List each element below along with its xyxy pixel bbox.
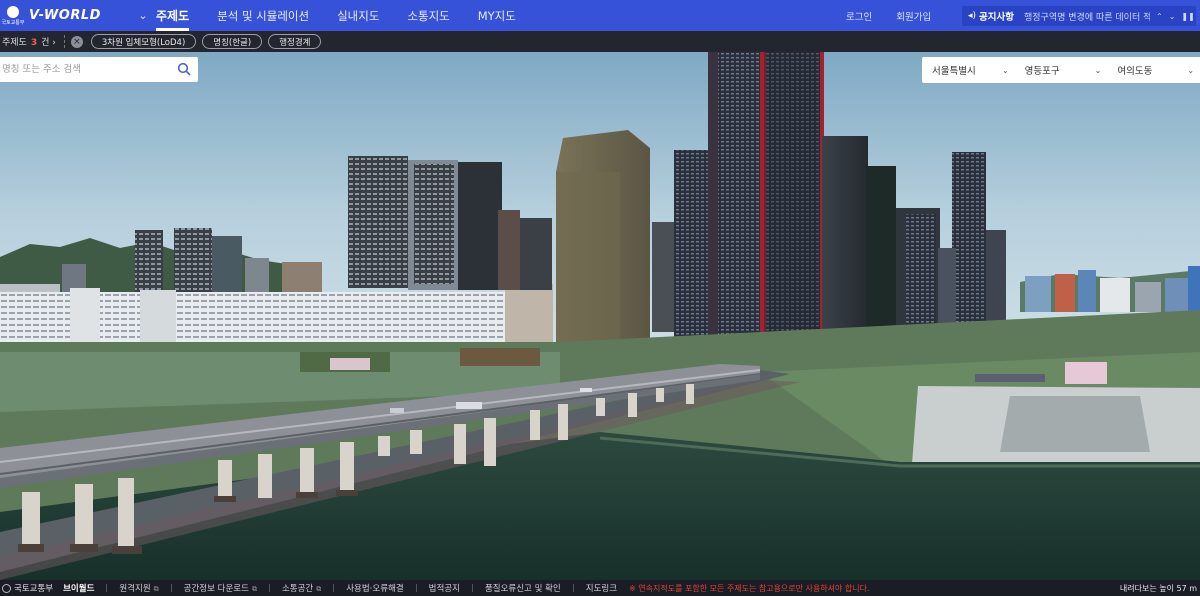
layer-chip-3d-model[interactable]: 3차원 입체모형(LoD4) [90, 34, 197, 49]
menu-communication-map[interactable]: 소통지도 [407, 0, 449, 31]
speaker-icon: ◂) [968, 11, 977, 21]
divider [268, 584, 270, 592]
main-menu: 주제도 분석 및 시뮬레이션 실내지도 소통지도 MY지도 [156, 0, 544, 31]
chevron-down-icon[interactable]: ⌄ [130, 9, 156, 22]
vworld-logo[interactable]: 국토교통부 V-WORLD [0, 0, 130, 31]
layer-chip-names[interactable]: 명칭(한글) [202, 34, 263, 49]
notice-ticker[interactable]: ◂) 공지사항 행정구역명 변경에 따른 데이터 적... ⌃ ⌄ ❚❚ [962, 6, 1196, 26]
chevron-down-icon: ⌄ [1001, 65, 1009, 75]
sigungu-value: 영등포구 [1024, 66, 1060, 77]
divider [333, 584, 335, 592]
search-icon[interactable] [177, 62, 191, 76]
login-link[interactable]: 로그인 [846, 9, 872, 23]
view-altitude: 내려다보는 높이 57 m [1119, 584, 1197, 593]
external-link-icon: ⧉ [153, 585, 159, 593]
ministry-logo[interactable]: 국토교통부 [0, 582, 53, 594]
divider [170, 584, 172, 592]
menu-indoor-map[interactable]: 실내지도 [337, 0, 379, 31]
signup-link[interactable]: 회원가입 [896, 9, 931, 23]
search-input[interactable] [2, 58, 172, 81]
ministry-emblem-icon [2, 583, 11, 593]
external-link-icon: ⧉ [251, 585, 257, 593]
notice-pause-icon[interactable]: ❚❚ [1181, 12, 1194, 21]
brand-name: V-WORLD [29, 8, 101, 23]
search-box [0, 57, 198, 82]
government-emblem-icon: 국토교통부 [1, 3, 25, 29]
footer-bar: 국토교통부 브이월드 원격지원 ⧉ 공간정보 다운로드 ⧉ 소통공간 ⧉ 사용법·오류… [0, 580, 1200, 596]
divider [415, 584, 417, 592]
notice-next-icon[interactable]: ⌄ [1169, 12, 1176, 21]
notice-label: 공지사항 [979, 12, 1014, 23]
footer-community[interactable]: 소통공간 ⧉ [282, 582, 321, 594]
top-navigation: 국토교통부 V-WORLD ⌄ 주제도 분석 및 시뮬레이션 실내지도 소통지도… [0, 0, 1200, 31]
footer-brand[interactable]: 브이월드 [63, 582, 94, 594]
footer-map-link[interactable]: 지도링크 [586, 582, 617, 594]
footer-data-download[interactable]: 공간정보 다운로드 ⧉ [184, 582, 257, 594]
menu-analysis-simulation[interactable]: 분석 및 시뮬레이션 [217, 0, 309, 31]
footer-quality-report[interactable]: 품질오류신고 및 확인 [485, 582, 561, 594]
sigungu-select[interactable]: 영등포구 ⌄ [1015, 57, 1108, 83]
footer-help[interactable]: 사용법·오류해결 [346, 582, 403, 594]
region-selector: 서울특별시 ⌄ 영등포구 ⌄ 여의도동 ⌄ [922, 57, 1200, 83]
layer-chip-admin-boundary[interactable]: 행정경계 [268, 34, 322, 49]
clear-layers-icon[interactable]: × [70, 35, 83, 48]
divider [106, 584, 108, 592]
footer-legal[interactable]: 법적공지 [429, 582, 460, 594]
dong-value: 여의도동 [1117, 66, 1153, 77]
divider [63, 35, 65, 48]
divider [572, 584, 574, 592]
disclaimer-text: ※ 연속지적도를 포함한 모든 주제도는 참고용으로만 사용하셔야 합니다. [629, 583, 870, 593]
dong-select[interactable]: 여의도동 ⌄ [1107, 57, 1200, 83]
layer-count[interactable]: 주제도 3 건 › [0, 35, 56, 48]
external-link-icon: ⧉ [316, 585, 322, 593]
active-layer-strip: 주제도 3 건 › × 3차원 입체모형(LoD4) 명칭(한글) 행정경계 [0, 31, 1200, 52]
org-caption: 국토교통부 [1, 19, 25, 26]
sido-value: 서울특별시 [932, 66, 976, 77]
divider [471, 584, 473, 592]
chevron-down-icon: ⌄ [1187, 65, 1195, 75]
menu-thematic-map[interactable]: 주제도 [156, 0, 190, 31]
menu-my-map[interactable]: MY지도 [478, 0, 516, 31]
3d-map-view[interactable] [0, 52, 1200, 580]
chevron-down-icon: ⌄ [1094, 65, 1102, 75]
footer-remote-support[interactable]: 원격지원 ⧉ [119, 582, 158, 594]
auth-links: 로그인 회원가입 [846, 0, 955, 31]
notice-text[interactable]: 행정구역명 변경에 따른 데이터 적... [1024, 10, 1150, 23]
sido-select[interactable]: 서울특별시 ⌄ [922, 57, 1015, 83]
notice-prev-icon[interactable]: ⌃ [1156, 12, 1163, 21]
